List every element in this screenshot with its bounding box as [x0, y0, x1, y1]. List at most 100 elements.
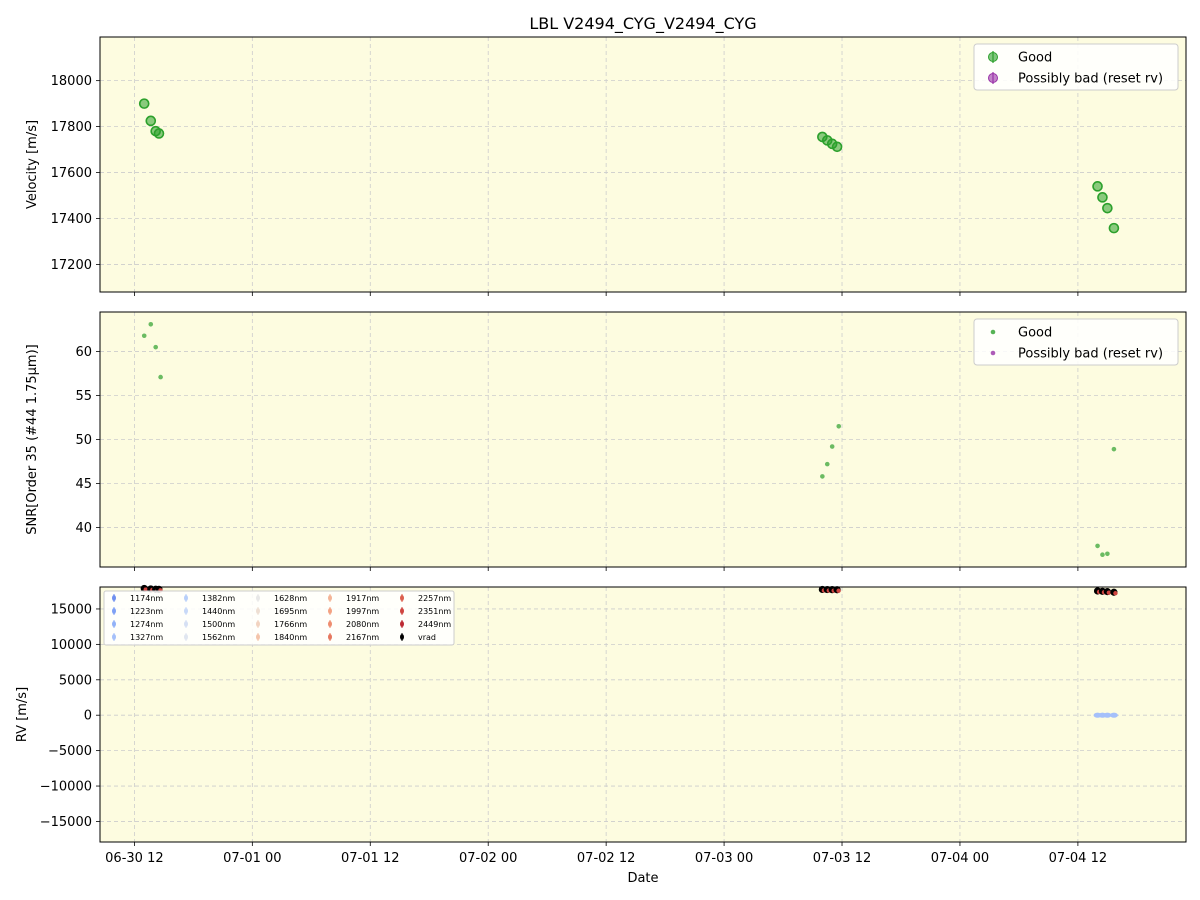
legend-label: 1628nm: [274, 594, 307, 603]
snr-point: [141, 333, 147, 339]
legend-label: 1382nm: [202, 594, 235, 603]
rv-panel: 06-30 12 07-01 00 07-01 12 07-02 00 07-02 12…: [15, 584, 1187, 866]
y-tick-label: −10000: [40, 780, 92, 795]
wavelength-point: [1113, 591, 1118, 596]
y-tick-label: 0: [84, 709, 92, 724]
legend-marker: [256, 595, 260, 601]
legend-marker: [184, 595, 188, 601]
legend-label: 2351nm: [418, 607, 451, 616]
chart-title: LBL V2494_CYG_V2494_CYG: [529, 14, 756, 34]
legend-marker: [400, 621, 404, 627]
legend-label: 1695nm: [274, 607, 307, 616]
y-tick-label: 17400: [51, 212, 92, 227]
y-tick-label: 18000: [51, 74, 92, 89]
snr-point: [1105, 551, 1110, 557]
x-tick-label: 07-01 12: [341, 851, 399, 866]
snr-point: [1100, 552, 1105, 557]
y-tick-label: 55: [75, 389, 92, 404]
legend-label: 2080nm: [346, 620, 379, 629]
legend-marker: [184, 621, 188, 627]
velocity-point: [831, 141, 843, 153]
snr-point: [1095, 543, 1100, 549]
velocity-point: [1102, 202, 1113, 214]
figure: LBL V2494_CYG_V2494_CYG 1720017400176001…: [15, 14, 1187, 886]
velocity-point: [1092, 181, 1103, 192]
y-axis-label: SNR[Order 35 (#44 1.75μm)]: [25, 344, 40, 535]
velocity-point: [145, 115, 157, 127]
legend: Good Possibly bad (reset rv): [973, 318, 1179, 366]
velocity-point: [1108, 222, 1120, 234]
y-tick-label: 17200: [51, 258, 92, 273]
legend-marker: [256, 634, 260, 640]
legend-label: 1174nm: [130, 594, 163, 603]
legend-label: Possibly bad (reset rv): [1018, 347, 1163, 362]
legend-label: 2167nm: [346, 633, 379, 642]
legend-marker: [400, 634, 404, 640]
legend-marker: [328, 621, 332, 627]
y-axis-label: Velocity [m/s]: [25, 120, 40, 209]
wavelength-point: [1109, 712, 1118, 718]
legend-marker: [328, 608, 332, 614]
legend-marker: [112, 608, 116, 614]
legend-marker: [988, 73, 998, 83]
legend-marker: [256, 608, 260, 614]
x-tick-label: 07-04 00: [931, 851, 989, 866]
legend-label: 1327nm: [130, 633, 163, 642]
y-tick-label: −5000: [48, 744, 92, 759]
legend-label: 1223nm: [130, 607, 163, 616]
x-tick-label: 07-01 00: [223, 851, 281, 866]
legend-label: 1274nm: [130, 620, 163, 629]
x-tick-label: 07-02 12: [577, 851, 635, 866]
legend-label: Possibly bad (reset rv): [1018, 72, 1163, 87]
y-tick-label: 5000: [59, 673, 92, 688]
legend-label: Good: [1018, 51, 1052, 66]
legend-label: 1840nm: [274, 633, 307, 642]
snr-point: [148, 322, 154, 327]
x-tick-label: 07-03 00: [695, 851, 753, 866]
velocity-panel: 17200 17400 17600 17800 18000 Velocity [m/s] G…: [25, 36, 1187, 296]
legend-marker: [328, 634, 332, 640]
legend-label: 1440nm: [202, 607, 235, 616]
legend: Good Possibly bad (reset rv): [973, 43, 1179, 91]
x-axis-label: Date: [627, 871, 658, 886]
y-axis-label: RV [m/s]: [15, 687, 30, 742]
legend-marker: [184, 608, 188, 614]
legend-label: 1500nm: [202, 620, 235, 629]
snr-point: [836, 424, 842, 429]
legend-label: 1917nm: [346, 594, 379, 603]
legend-marker: [112, 595, 116, 601]
y-tick-label: 50: [75, 433, 92, 448]
legend-marker: [990, 350, 996, 356]
y-tick-label: 60: [75, 345, 92, 360]
legend-marker: [256, 621, 260, 627]
x-tick-label: 07-03 12: [813, 851, 871, 866]
y-tick-label: 17800: [51, 120, 92, 135]
velocity-point: [1097, 192, 1108, 203]
legend-marker: [112, 621, 116, 627]
x-tick-label: 07-04 12: [1049, 851, 1107, 866]
snr-point: [1111, 446, 1117, 452]
y-tick-label: 40: [75, 521, 92, 536]
legend-marker: [112, 634, 116, 640]
legend-marker: [184, 634, 188, 640]
legend-label: 2449nm: [418, 620, 451, 629]
y-tick-label: 10000: [51, 638, 92, 653]
x-tick-label: 06-30 12: [105, 851, 163, 866]
snr-point: [158, 374, 163, 380]
legend-marker: [400, 608, 404, 614]
snr-point: [824, 461, 830, 467]
legend-label: vrad: [418, 633, 436, 642]
snr-point: [829, 444, 835, 449]
wavelength-point: [836, 588, 841, 593]
legend-marker: [990, 329, 996, 335]
legend-marker: [328, 595, 332, 601]
y-tick-label: 15000: [51, 602, 92, 617]
y-tick-label: 45: [75, 477, 92, 492]
legend-marker: [988, 52, 998, 62]
snr-panel: 40 45 50 55 60 SNR[Order 35 (#44 1.75μm)] Good…: [25, 311, 1187, 571]
wavelength-legend: 1174nm 1223nm 1274nm 1327nm 1382nm 1440nm 1500…: [103, 590, 455, 646]
legend-label: 1562nm: [202, 633, 235, 642]
y-tick-label: 17600: [51, 166, 92, 181]
legend-label: 2257nm: [418, 594, 451, 603]
x-tick-label: 07-02 00: [459, 851, 517, 866]
